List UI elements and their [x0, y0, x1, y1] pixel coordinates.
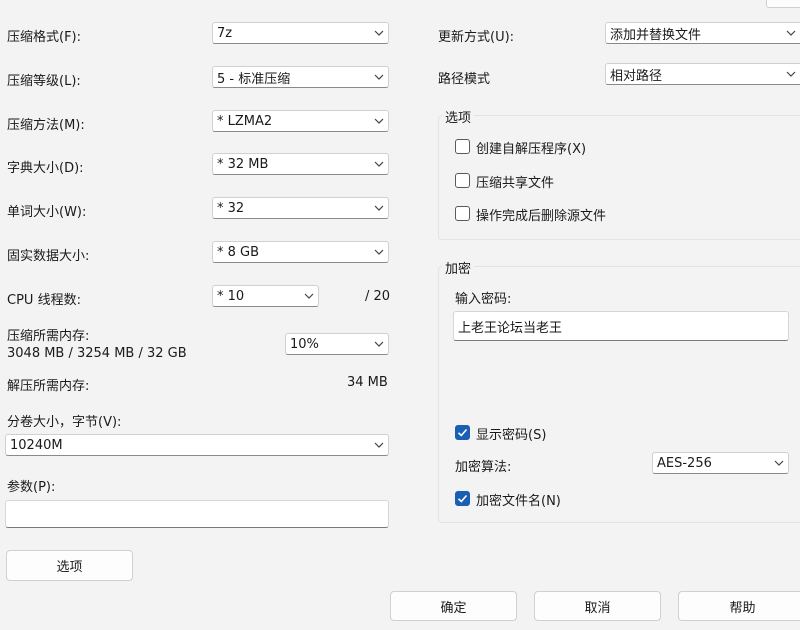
encrypt-names-checkbox[interactable] — [455, 491, 470, 506]
help-button[interactable]: 帮助 — [678, 591, 800, 621]
solid-select[interactable]: * 8 GB — [212, 241, 389, 263]
sfx-label[interactable]: 创建自解压程序(X) — [476, 138, 586, 157]
options-button-label: 选项 — [56, 560, 83, 575]
chevron-down-icon — [782, 64, 800, 84]
threads-select[interactable]: * 10 — [212, 285, 319, 307]
path-label: 路径模式 — [438, 72, 491, 87]
format-value: 7z — [217, 25, 233, 41]
ok-button[interactable]: 确定 — [390, 591, 517, 621]
format-label: 压缩格式(F): — [7, 30, 82, 45]
delete-source-checkbox[interactable] — [455, 206, 470, 221]
word-value: * 32 — [217, 200, 245, 216]
encryption-method-label: 加密算法: — [455, 460, 512, 475]
threads-total: / 20 — [365, 289, 391, 304]
mem-comp-value: 3048 MB / 3254 MB / 32 GB — [7, 346, 187, 361]
sfx-checkbox[interactable] — [455, 139, 470, 154]
chevron-down-icon — [370, 154, 388, 174]
encryption-group-title: 加密 — [442, 258, 475, 277]
shared-checkbox[interactable] — [455, 173, 470, 188]
password-value: 上老王论坛当老王 — [458, 321, 563, 336]
mem-percent-select[interactable]: 10% — [285, 333, 389, 355]
split-label: 分卷大小，字节(V): — [7, 415, 122, 430]
solid-value: * 8 GB — [217, 244, 260, 260]
split-value: 10240M — [10, 437, 63, 453]
mem-decomp-value: 34 MB — [347, 375, 388, 390]
delete-source-label[interactable]: 操作完成后删除源文件 — [476, 205, 606, 224]
update-select[interactable]: 添加并替换文件 — [605, 22, 800, 44]
level-value: 5 - 标准压缩 — [217, 71, 291, 87]
params-label: 参数(P): — [7, 480, 56, 495]
method-label: 压缩方法(M): — [7, 118, 85, 133]
chevron-down-icon — [770, 453, 788, 473]
method-select[interactable]: * LZMA2 — [212, 110, 389, 132]
format-select[interactable]: 7z — [212, 22, 389, 44]
chevron-down-icon — [370, 435, 388, 455]
split-combobox[interactable]: 10240M — [5, 434, 389, 456]
chevron-down-icon — [370, 334, 388, 354]
chevron-down-icon — [370, 111, 388, 131]
encryption-method-value: AES-256 — [657, 455, 712, 471]
chevron-down-icon — [370, 67, 388, 87]
password-input[interactable]: 上老王论坛当老王 — [453, 311, 789, 341]
update-label: 更新方式(U): — [438, 30, 515, 45]
level-select[interactable]: 5 - 标准压缩 — [212, 66, 389, 88]
chevron-down-icon — [370, 242, 388, 262]
encrypt-names-label[interactable]: 加密文件名(N) — [476, 490, 561, 509]
update-value: 添加并替换文件 — [610, 27, 702, 43]
options-button[interactable]: 选项 — [6, 550, 133, 581]
threads-value: * 10 — [217, 288, 245, 304]
chevron-down-icon — [370, 198, 388, 218]
encryption-method-select[interactable]: AES-256 — [652, 452, 789, 474]
dict-label: 字典大小(D): — [7, 161, 84, 176]
path-select[interactable]: 相对路径 — [605, 63, 800, 85]
word-select[interactable]: * 32 — [212, 197, 389, 219]
threads-label: CPU 线程数: — [7, 293, 81, 308]
show-password-checkbox[interactable] — [455, 425, 470, 440]
show-password-label[interactable]: 显示密码(S) — [476, 424, 546, 443]
path-value: 相对路径 — [610, 68, 663, 84]
cancel-button[interactable]: 取消 — [534, 591, 661, 621]
ok-button-label: 确定 — [440, 600, 467, 616]
shared-label[interactable]: 压缩共享文件 — [476, 172, 554, 191]
dict-value: * 32 MB — [217, 156, 269, 172]
checkmark-icon — [457, 494, 468, 503]
help-button-label: 帮助 — [729, 600, 756, 616]
mem-percent-value: 10% — [290, 336, 319, 352]
dict-select[interactable]: * 32 MB — [212, 153, 389, 175]
chevron-down-icon — [782, 23, 800, 43]
options-group-title: 选项 — [442, 107, 475, 126]
mem-decomp-label: 解压所需内存: — [7, 379, 90, 394]
cancel-button-label: 取消 — [584, 600, 611, 616]
mem-comp-label: 压缩所需内存: — [7, 329, 90, 344]
chevron-down-icon — [300, 286, 318, 306]
level-label: 压缩等级(L): — [7, 74, 81, 89]
word-label: 单词大小(W): — [7, 205, 87, 220]
solid-label: 固实数据大小: — [7, 249, 90, 264]
method-value: * LZMA2 — [217, 113, 273, 129]
params-input[interactable] — [5, 500, 389, 528]
checkmark-icon — [457, 428, 468, 437]
chevron-down-icon — [370, 23, 388, 43]
top-right-button-fragment[interactable] — [766, 0, 800, 8]
password-label: 输入密码: — [455, 292, 512, 307]
